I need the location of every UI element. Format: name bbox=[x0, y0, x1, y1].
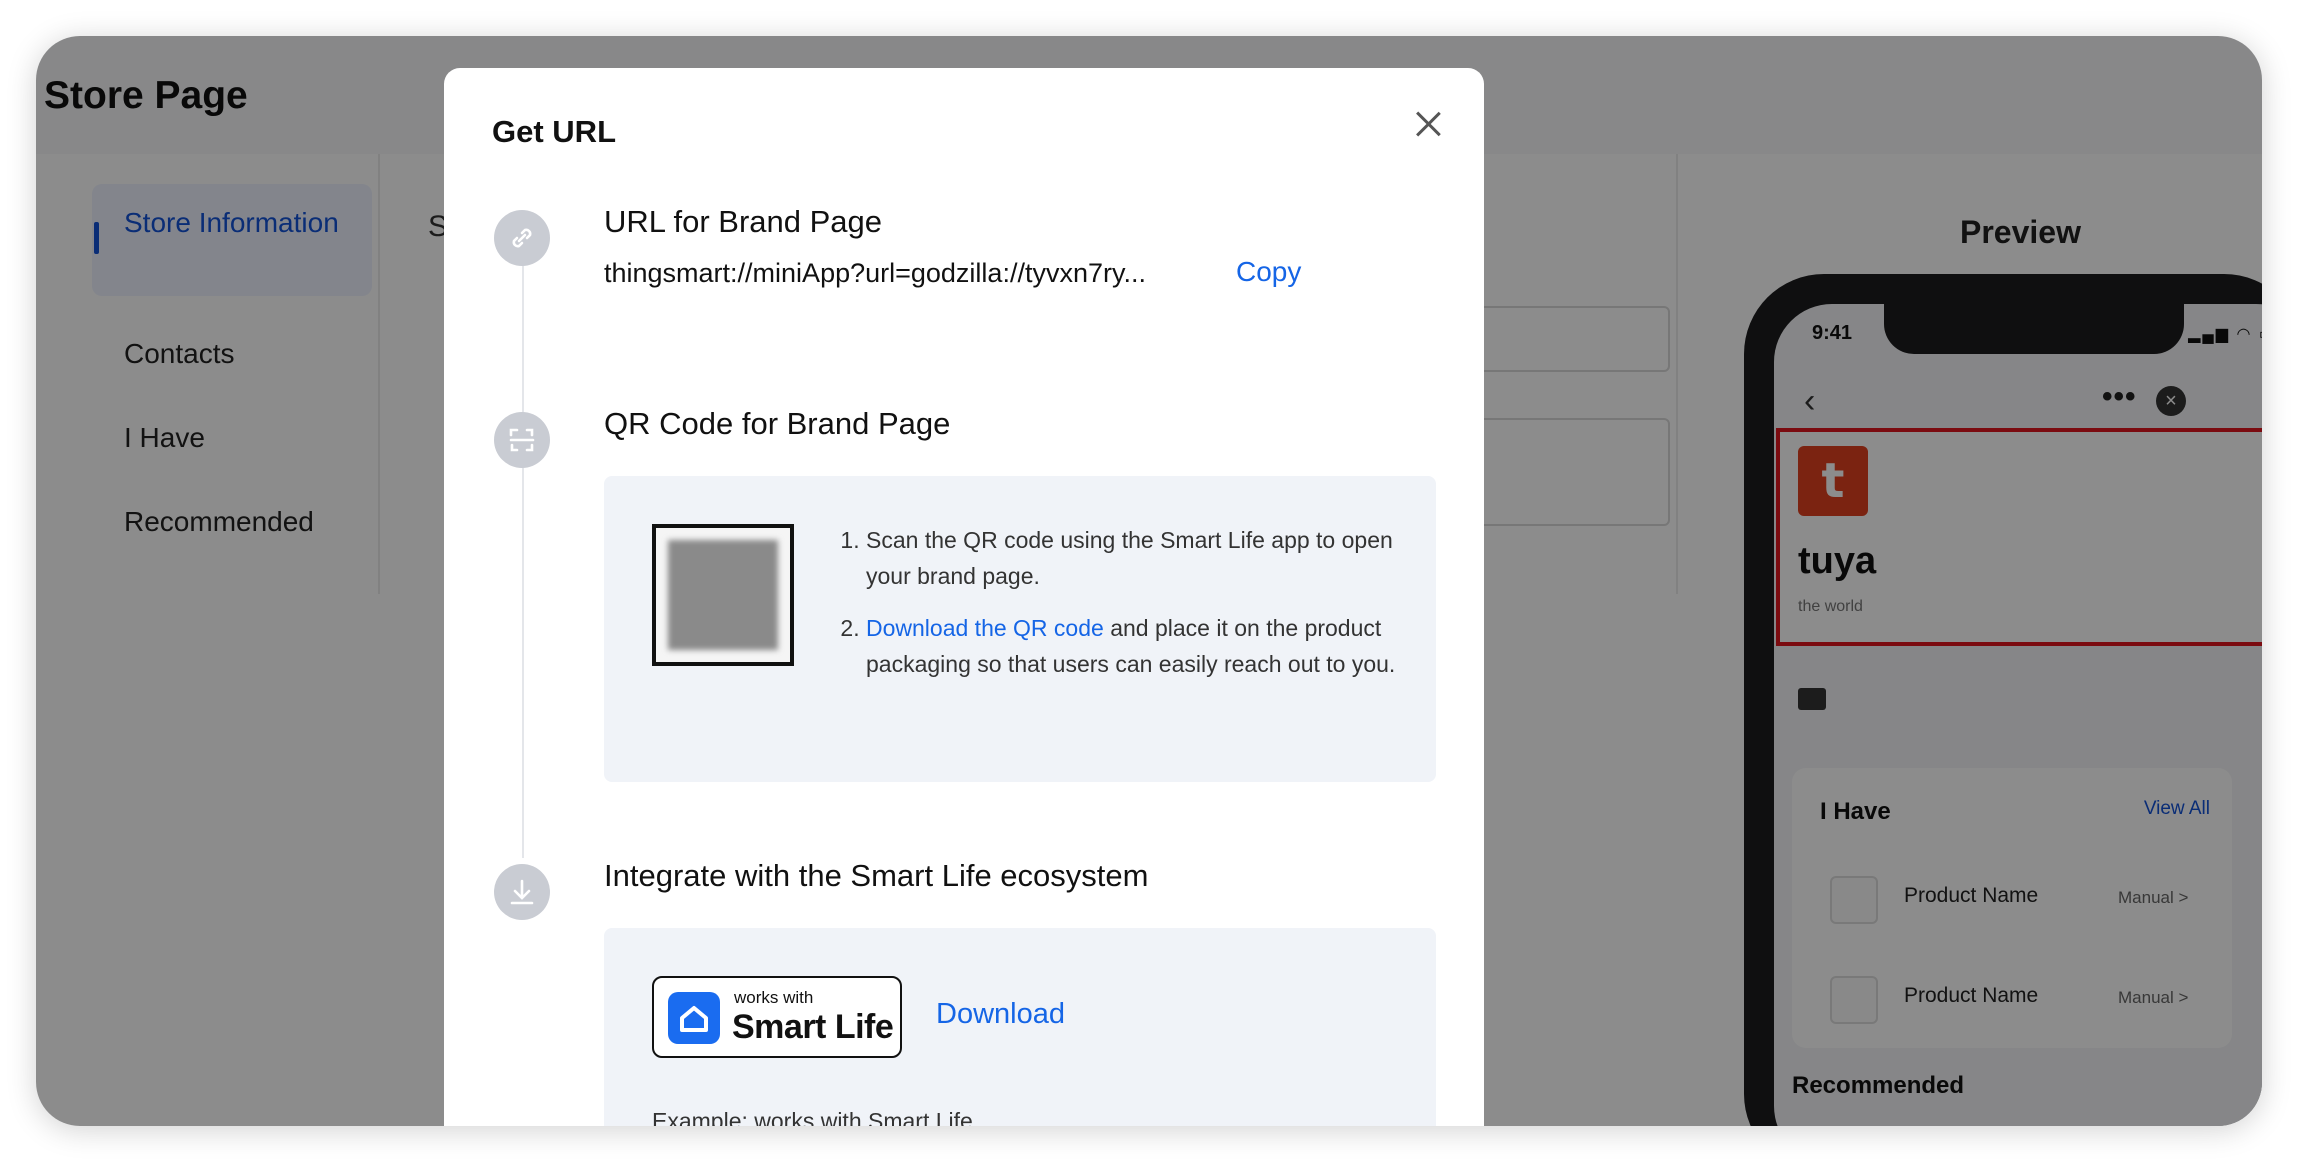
close-icon[interactable] bbox=[1410, 106, 1446, 142]
badge-big-text: Smart Life bbox=[732, 1008, 894, 1046]
modal-title: Get URL bbox=[492, 114, 616, 149]
qr-instructions: Scan the QR code using the Smart Life ap… bbox=[830, 522, 1426, 698]
download-icon bbox=[494, 864, 550, 920]
step-title-url: URL for Brand Page bbox=[604, 204, 883, 239]
scan-icon bbox=[494, 412, 550, 468]
copy-button[interactable]: Copy bbox=[1236, 256, 1301, 288]
badge-small-text: works with bbox=[734, 988, 814, 1007]
qr-step-2: Download the QR code and place it on the… bbox=[866, 610, 1426, 682]
step-title-ecosystem: Integrate with the Smart Life ecosystem bbox=[604, 858, 1149, 893]
get-url-modal: Get URL URL for Brand Page thingsmart://… bbox=[444, 68, 1484, 1126]
works-with-smart-life-badge: works with Smart Life bbox=[652, 976, 902, 1058]
example-text: Example: works with Smart Life bbox=[652, 1108, 973, 1126]
app-window: Store Page Store Information Contacts I … bbox=[36, 36, 2262, 1126]
step-title-qr: QR Code for Brand Page bbox=[604, 406, 951, 441]
qr-panel: Scan the QR code using the Smart Life ap… bbox=[604, 476, 1436, 782]
download-button[interactable]: Download bbox=[936, 998, 1065, 1031]
step-connector bbox=[522, 218, 524, 858]
download-qr-code-link[interactable]: Download the QR code bbox=[866, 615, 1104, 641]
qr-step-1: Scan the QR code using the Smart Life ap… bbox=[866, 522, 1426, 594]
brand-page-url: thingsmart://miniApp?url=godzilla://tyvx… bbox=[604, 258, 1146, 288]
home-icon bbox=[668, 992, 720, 1044]
ecosystem-panel: works with Smart Life Download Example: … bbox=[604, 928, 1436, 1126]
link-icon bbox=[494, 210, 550, 266]
qr-code-image bbox=[652, 524, 794, 666]
